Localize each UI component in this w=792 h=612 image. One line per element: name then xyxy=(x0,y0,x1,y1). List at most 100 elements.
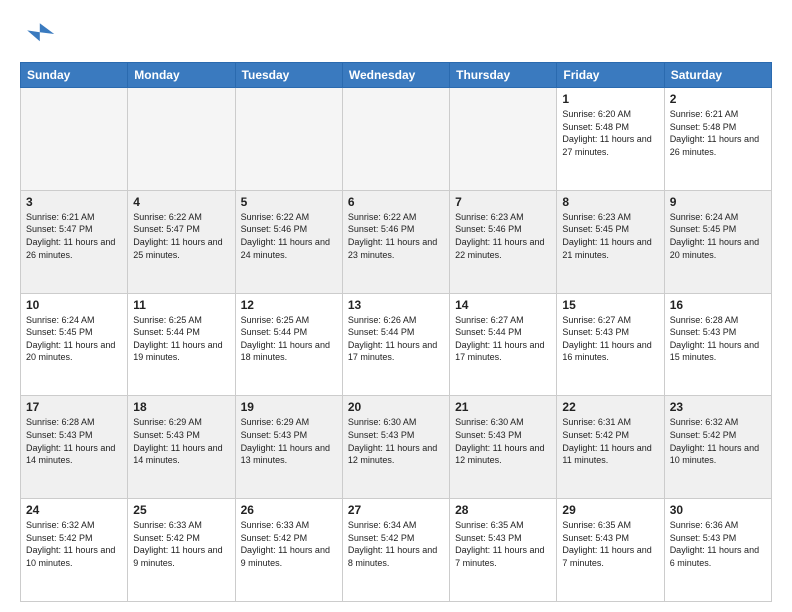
sunset-label: Sunset: 5:43 PM xyxy=(562,533,629,543)
sunrise-label: Sunrise: 6:20 AM xyxy=(562,109,631,119)
day-number: 15 xyxy=(562,298,658,312)
daylight-label: Daylight: 11 hours and 7 minutes. xyxy=(455,545,544,568)
calendar-cell: 3 Sunrise: 6:21 AM Sunset: 5:47 PM Dayli… xyxy=(21,190,128,293)
calendar-cell: 28 Sunrise: 6:35 AM Sunset: 5:43 PM Dayl… xyxy=(450,499,557,602)
logo xyxy=(20,16,60,52)
day-info: Sunrise: 6:24 AM Sunset: 5:45 PM Dayligh… xyxy=(26,314,122,364)
daylight-label: Daylight: 11 hours and 7 minutes. xyxy=(562,545,651,568)
sunrise-label: Sunrise: 6:31 AM xyxy=(562,417,631,427)
sunrise-label: Sunrise: 6:33 AM xyxy=(241,520,310,530)
calendar-cell: 21 Sunrise: 6:30 AM Sunset: 5:43 PM Dayl… xyxy=(450,396,557,499)
day-info: Sunrise: 6:33 AM Sunset: 5:42 PM Dayligh… xyxy=(241,519,337,569)
calendar-cell: 24 Sunrise: 6:32 AM Sunset: 5:42 PM Dayl… xyxy=(21,499,128,602)
calendar-cell: 5 Sunrise: 6:22 AM Sunset: 5:46 PM Dayli… xyxy=(235,190,342,293)
daylight-label: Daylight: 11 hours and 26 minutes. xyxy=(670,134,759,157)
day-info: Sunrise: 6:22 AM Sunset: 5:46 PM Dayligh… xyxy=(348,211,444,261)
day-number: 13 xyxy=(348,298,444,312)
sunrise-label: Sunrise: 6:25 AM xyxy=(241,315,310,325)
day-info: Sunrise: 6:28 AM Sunset: 5:43 PM Dayligh… xyxy=(670,314,766,364)
sunset-label: Sunset: 5:48 PM xyxy=(670,122,737,132)
sunrise-label: Sunrise: 6:23 AM xyxy=(562,212,631,222)
sunset-label: Sunset: 5:43 PM xyxy=(241,430,308,440)
calendar-table: SundayMondayTuesdayWednesdayThursdayFrid… xyxy=(20,62,772,602)
day-number: 22 xyxy=(562,400,658,414)
daylight-label: Daylight: 11 hours and 23 minutes. xyxy=(348,237,437,260)
calendar-cell: 2 Sunrise: 6:21 AM Sunset: 5:48 PM Dayli… xyxy=(664,88,771,191)
daylight-label: Daylight: 11 hours and 25 minutes. xyxy=(133,237,222,260)
sunrise-label: Sunrise: 6:26 AM xyxy=(348,315,417,325)
day-info: Sunrise: 6:25 AM Sunset: 5:44 PM Dayligh… xyxy=(241,314,337,364)
day-info: Sunrise: 6:27 AM Sunset: 5:44 PM Dayligh… xyxy=(455,314,551,364)
calendar-cell: 30 Sunrise: 6:36 AM Sunset: 5:43 PM Dayl… xyxy=(664,499,771,602)
sunset-label: Sunset: 5:43 PM xyxy=(670,533,737,543)
day-number: 28 xyxy=(455,503,551,517)
sunset-label: Sunset: 5:43 PM xyxy=(348,430,415,440)
sunset-label: Sunset: 5:46 PM xyxy=(241,224,308,234)
calendar-week: 3 Sunrise: 6:21 AM Sunset: 5:47 PM Dayli… xyxy=(21,190,772,293)
day-info: Sunrise: 6:32 AM Sunset: 5:42 PM Dayligh… xyxy=(26,519,122,569)
calendar-cell xyxy=(450,88,557,191)
day-number: 16 xyxy=(670,298,766,312)
sunset-label: Sunset: 5:46 PM xyxy=(455,224,522,234)
day-number: 3 xyxy=(26,195,122,209)
sunrise-label: Sunrise: 6:30 AM xyxy=(455,417,524,427)
sunset-label: Sunset: 5:42 PM xyxy=(670,430,737,440)
calendar-cell: 14 Sunrise: 6:27 AM Sunset: 5:44 PM Dayl… xyxy=(450,293,557,396)
sunset-label: Sunset: 5:43 PM xyxy=(455,430,522,440)
day-info: Sunrise: 6:21 AM Sunset: 5:48 PM Dayligh… xyxy=(670,108,766,158)
daylight-label: Daylight: 11 hours and 17 minutes. xyxy=(455,340,544,363)
daylight-label: Daylight: 11 hours and 6 minutes. xyxy=(670,545,759,568)
sunrise-label: Sunrise: 6:22 AM xyxy=(348,212,417,222)
daylight-label: Daylight: 11 hours and 8 minutes. xyxy=(348,545,437,568)
calendar-cell: 20 Sunrise: 6:30 AM Sunset: 5:43 PM Dayl… xyxy=(342,396,449,499)
daylight-label: Daylight: 11 hours and 10 minutes. xyxy=(26,545,115,568)
day-number: 27 xyxy=(348,503,444,517)
calendar-cell: 9 Sunrise: 6:24 AM Sunset: 5:45 PM Dayli… xyxy=(664,190,771,293)
day-info: Sunrise: 6:28 AM Sunset: 5:43 PM Dayligh… xyxy=(26,416,122,466)
sunrise-label: Sunrise: 6:22 AM xyxy=(133,212,202,222)
daylight-label: Daylight: 11 hours and 17 minutes. xyxy=(348,340,437,363)
calendar-cell: 16 Sunrise: 6:28 AM Sunset: 5:43 PM Dayl… xyxy=(664,293,771,396)
sunrise-label: Sunrise: 6:30 AM xyxy=(348,417,417,427)
daylight-label: Daylight: 11 hours and 9 minutes. xyxy=(241,545,330,568)
calendar-cell xyxy=(235,88,342,191)
day-info: Sunrise: 6:33 AM Sunset: 5:42 PM Dayligh… xyxy=(133,519,229,569)
day-number: 26 xyxy=(241,503,337,517)
day-number: 19 xyxy=(241,400,337,414)
day-info: Sunrise: 6:31 AM Sunset: 5:42 PM Dayligh… xyxy=(562,416,658,466)
sunset-label: Sunset: 5:44 PM xyxy=(455,327,522,337)
day-info: Sunrise: 6:24 AM Sunset: 5:45 PM Dayligh… xyxy=(670,211,766,261)
daylight-label: Daylight: 11 hours and 15 minutes. xyxy=(670,340,759,363)
sunrise-label: Sunrise: 6:24 AM xyxy=(670,212,739,222)
day-number: 23 xyxy=(670,400,766,414)
sunset-label: Sunset: 5:42 PM xyxy=(241,533,308,543)
weekday-header: Friday xyxy=(557,63,664,88)
sunset-label: Sunset: 5:44 PM xyxy=(241,327,308,337)
day-number: 17 xyxy=(26,400,122,414)
calendar-cell: 17 Sunrise: 6:28 AM Sunset: 5:43 PM Dayl… xyxy=(21,396,128,499)
day-info: Sunrise: 6:30 AM Sunset: 5:43 PM Dayligh… xyxy=(455,416,551,466)
day-info: Sunrise: 6:27 AM Sunset: 5:43 PM Dayligh… xyxy=(562,314,658,364)
calendar-cell: 22 Sunrise: 6:31 AM Sunset: 5:42 PM Dayl… xyxy=(557,396,664,499)
day-number: 18 xyxy=(133,400,229,414)
daylight-label: Daylight: 11 hours and 13 minutes. xyxy=(241,443,330,466)
sunset-label: Sunset: 5:43 PM xyxy=(562,327,629,337)
sunset-label: Sunset: 5:45 PM xyxy=(670,224,737,234)
day-info: Sunrise: 6:22 AM Sunset: 5:47 PM Dayligh… xyxy=(133,211,229,261)
day-number: 8 xyxy=(562,195,658,209)
calendar-cell xyxy=(21,88,128,191)
sunrise-label: Sunrise: 6:36 AM xyxy=(670,520,739,530)
daylight-label: Daylight: 11 hours and 11 minutes. xyxy=(562,443,651,466)
page: SundayMondayTuesdayWednesdayThursdayFrid… xyxy=(0,0,792,612)
logo-icon xyxy=(20,16,56,52)
calendar-cell xyxy=(342,88,449,191)
sunrise-label: Sunrise: 6:23 AM xyxy=(455,212,524,222)
sunrise-label: Sunrise: 6:27 AM xyxy=(455,315,524,325)
sunrise-label: Sunrise: 6:32 AM xyxy=(26,520,95,530)
sunset-label: Sunset: 5:43 PM xyxy=(133,430,200,440)
sunset-label: Sunset: 5:46 PM xyxy=(348,224,415,234)
calendar-week: 24 Sunrise: 6:32 AM Sunset: 5:42 PM Dayl… xyxy=(21,499,772,602)
calendar-cell xyxy=(128,88,235,191)
calendar-cell: 19 Sunrise: 6:29 AM Sunset: 5:43 PM Dayl… xyxy=(235,396,342,499)
day-info: Sunrise: 6:34 AM Sunset: 5:42 PM Dayligh… xyxy=(348,519,444,569)
